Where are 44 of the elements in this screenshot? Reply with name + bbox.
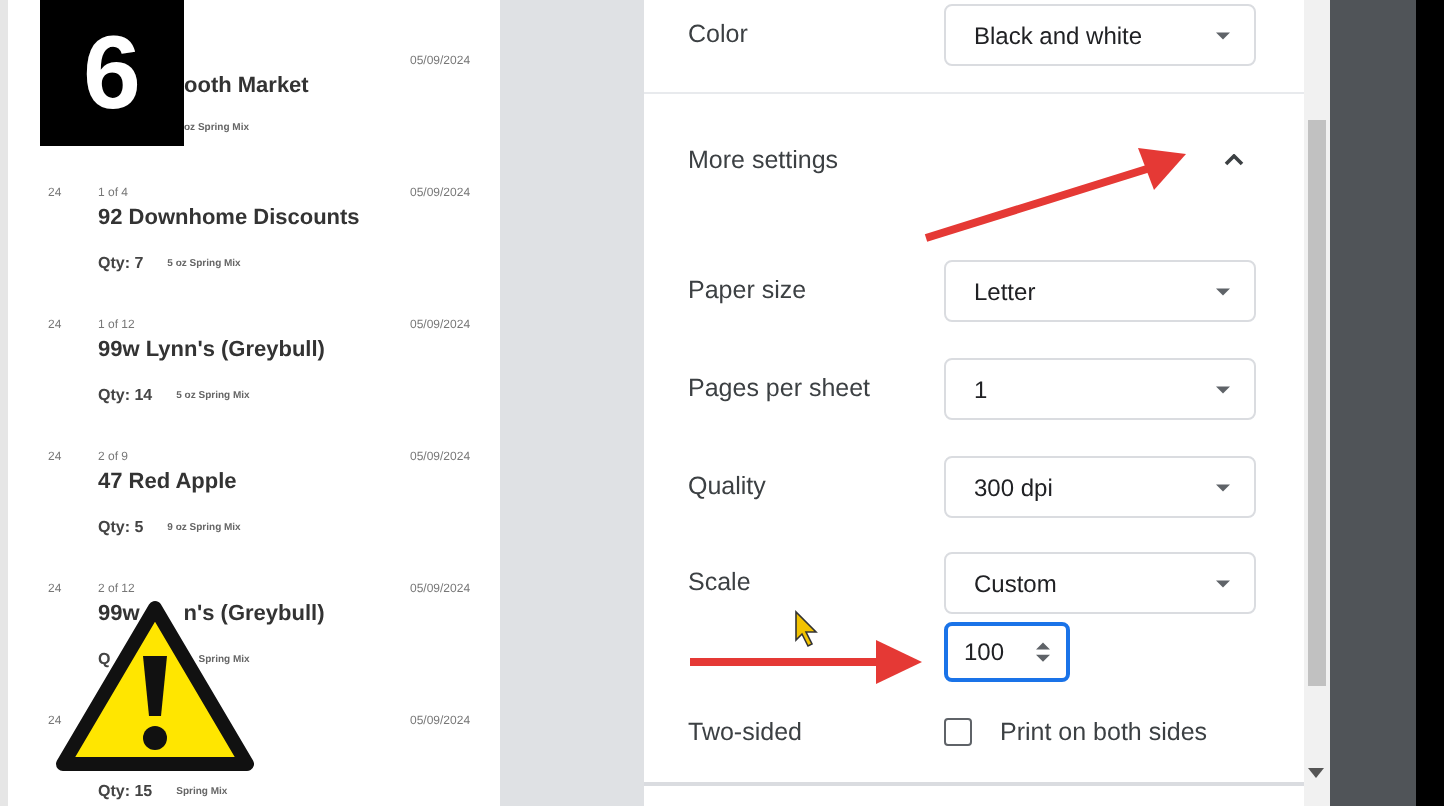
quantity: Qty: 15	[98, 782, 153, 800]
quantity: Qty: 7	[98, 254, 144, 272]
dropdown-value: 1	[974, 375, 988, 403]
setting-label: Two-sided	[688, 715, 804, 749]
dropdown-value: Letter	[974, 277, 1036, 305]
setting-label: Scale	[688, 566, 753, 600]
number-input[interactable]: 100	[944, 622, 1070, 682]
quantity: Q	[98, 650, 111, 668]
scroll-down-icon[interactable]	[1308, 768, 1324, 778]
dropdown[interactable]: Letter	[944, 260, 1256, 322]
setting-label: Paper size	[688, 274, 809, 308]
caret-icon	[1216, 579, 1230, 587]
spinner-icon[interactable]	[1036, 642, 1050, 662]
customer-name: n's (Greybull)	[183, 602, 325, 630]
setting-label: Quality	[688, 470, 768, 504]
step-number-badge: 6	[40, 0, 184, 146]
dropdown[interactable]: Black and white	[944, 4, 1256, 66]
setting-label: Pages per sheet	[688, 372, 873, 406]
setting-label: Color	[688, 18, 750, 52]
scrollbar-thumb[interactable]	[1308, 120, 1326, 686]
quantity: Qty: 14	[98, 386, 153, 404]
dropdown-value: Black and white	[974, 21, 1143, 49]
customer-name: ooth Market	[184, 74, 309, 102]
checkbox[interactable]	[944, 718, 972, 746]
caret-icon	[1216, 31, 1230, 39]
mouse-pointer-icon	[795, 610, 818, 648]
more-settings-toggle[interactable]: More settings	[644, 94, 1304, 226]
dropdown[interactable]: Custom	[944, 552, 1256, 614]
checkbox-label: Print on both sides	[1000, 718, 1208, 746]
dropdown[interactable]: 300 dpi	[944, 456, 1256, 518]
dropdown-value: 300 dpi	[974, 473, 1053, 501]
dropdown[interactable]: 1	[944, 358, 1256, 420]
caret-icon	[1216, 483, 1230, 491]
customer-name: 92 Downhome Discounts	[98, 206, 360, 234]
customer-name: 99w	[98, 602, 140, 630]
quantity: Qty: 5	[98, 518, 144, 536]
dropdown-value: Custom	[974, 569, 1057, 597]
customer-name: 99w Lynn's (Greybull)	[98, 338, 325, 366]
scrollbar[interactable]	[1304, 0, 1330, 806]
more-settings-label: More settings	[688, 146, 839, 174]
input-value: 100	[964, 638, 1005, 666]
caret-icon	[1216, 287, 1230, 295]
customer-name: 47 Red Apple	[98, 470, 237, 498]
caret-icon	[1216, 385, 1230, 393]
